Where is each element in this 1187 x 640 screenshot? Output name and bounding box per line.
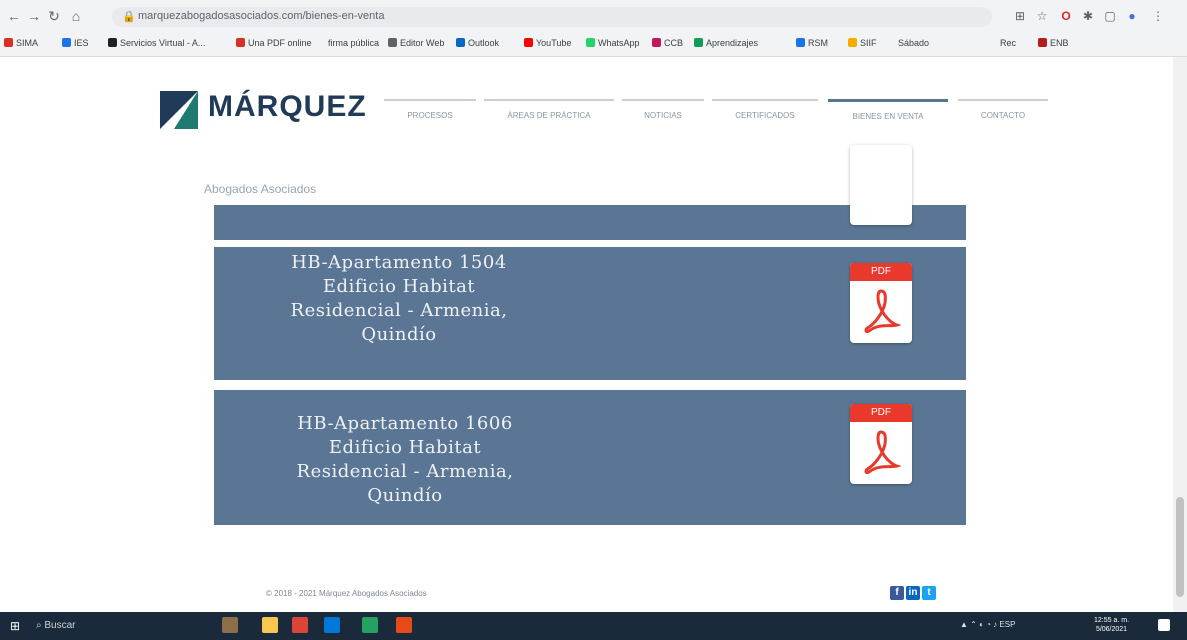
listing-card: HB-Apartamento 1504 Edificio Habitat Res…: [214, 247, 966, 380]
bookmark-item[interactable]: Outlook: [456, 38, 499, 48]
brand-logo-icon: [160, 91, 198, 129]
profile-icon[interactable]: ●: [1124, 8, 1140, 24]
url-text: marquezabogadosasociados.com/bienes-en-v…: [138, 10, 385, 22]
facebook-icon[interactable]: f: [890, 586, 904, 600]
bookmark-item[interactable]: Servicios Virtual - A...: [108, 38, 205, 48]
app-icon[interactable]: [324, 617, 340, 633]
scrollbar-thumb[interactable]: [1176, 497, 1184, 597]
pdf-download-icon[interactable]: PDF: [850, 404, 912, 484]
windows-taskbar: ⊞ ⌕ Buscar ▲ ⌃ ◐ ◔ ♪ ESP 12:55 a. m. 5/06…: [0, 612, 1187, 640]
bookmark-item[interactable]: SIMA: [4, 38, 38, 48]
taskbar-clock[interactable]: 12:55 a. m. 5/06/2021: [1094, 616, 1129, 634]
nav-contacto[interactable]: CONTACTO: [958, 99, 1048, 131]
nav-areas-practica[interactable]: ÁREAS DE PRÁCTICA: [484, 99, 614, 131]
listing-title[interactable]: HB-Apartamento 1504 Edificio Habitat Res…: [234, 251, 564, 347]
pdf-badge: PDF: [850, 404, 912, 422]
bookmark-item[interactable]: Aprendizajes: [694, 38, 758, 48]
app-icon[interactable]: [222, 617, 238, 633]
windows-start-icon[interactable]: ⊞: [10, 620, 22, 632]
pdf-badge: PDF: [850, 263, 912, 281]
listing-card-partial: [214, 145, 966, 240]
app-icon[interactable]: [362, 617, 378, 633]
acrobat-icon: [864, 289, 901, 333]
bookmark-item[interactable]: IES: [62, 38, 89, 48]
nav-certificados[interactable]: CERTIFICADOS: [712, 99, 818, 131]
back-icon[interactable]: ←: [6, 8, 22, 24]
pdf-icon[interactable]: [850, 145, 912, 225]
bookmarks-bar: SIMA IES Servicios Virtual - A... Una PD…: [0, 34, 1187, 57]
footer-copyright: © 2018 - 2021 Márquez Abogados Asociados: [266, 589, 427, 598]
app-icon[interactable]: [396, 617, 412, 633]
bookmark-item[interactable]: RSM: [796, 38, 828, 48]
page-scrollbar[interactable]: [1173, 57, 1187, 612]
bookmark-item[interactable]: Sábado: [898, 38, 929, 48]
file-explorer-icon[interactable]: [262, 617, 278, 633]
browser-toolbar: ← → ↻ ⌂ 🔒 marquezabogadosasociados.com/b…: [0, 0, 1187, 34]
translate-icon[interactable]: ⊞: [1012, 8, 1028, 24]
forward-icon[interactable]: →: [26, 8, 42, 24]
bookmark-item[interactable]: ENB: [1038, 38, 1069, 48]
bookmark-item[interactable]: Una PDF online: [236, 38, 312, 48]
bookmark-item[interactable]: Editor Web: [388, 38, 444, 48]
bookmark-item[interactable]: SIIF: [848, 38, 877, 48]
linkedin-icon[interactable]: in: [906, 586, 920, 600]
opera-icon[interactable]: O: [1058, 8, 1074, 24]
home-icon[interactable]: ⌂: [68, 8, 84, 24]
nav-procesos[interactable]: PROCESOS: [384, 99, 476, 131]
taskbar-search[interactable]: ⌕ Buscar: [36, 615, 236, 637]
twitter-icon[interactable]: t: [922, 586, 936, 600]
page-viewport: MÁRQUEZ PROCESOS ÁREAS DE PRÁCTICA NOTIC…: [0, 57, 1173, 612]
bookmark-item[interactable]: Rec: [1000, 38, 1016, 48]
pdf-download-icon[interactable]: PDF: [850, 263, 912, 343]
brand-subtitle: Abogados Asociados: [204, 182, 317, 196]
system-tray[interactable]: ▲ ⌃ ◐ ◔ ♪ ESP: [960, 620, 1015, 629]
window-icon[interactable]: ▢: [1102, 8, 1118, 24]
bookmark-item[interactable]: firma pública: [328, 38, 379, 48]
listing-title[interactable]: HB-Apartamento 1606 Edificio Habitat Res…: [240, 412, 570, 508]
listing-card: HB-Apartamento 1606 Edificio Habitat Res…: [214, 390, 966, 525]
acrobat-icon: [864, 430, 901, 474]
nav-bienes-en-venta[interactable]: BIENES EN VENTA: [828, 99, 948, 132]
bookmark-item[interactable]: CCB: [652, 38, 683, 48]
bookmark-item[interactable]: YouTube: [524, 38, 571, 48]
reload-icon[interactable]: ↻: [46, 8, 62, 24]
star-icon[interactable]: ☆: [1034, 8, 1050, 24]
notifications-icon[interactable]: [1158, 619, 1170, 631]
lock-icon: 🔒: [122, 11, 136, 23]
brand-name[interactable]: MÁRQUEZ: [208, 90, 367, 124]
chrome-icon[interactable]: [292, 617, 308, 633]
address-bar[interactable]: 🔒 marquezabogadosasociados.com/bienes-en…: [112, 7, 992, 27]
extensions-icon[interactable]: ✱: [1080, 8, 1096, 24]
nav-noticias[interactable]: NOTICIAS: [622, 99, 704, 131]
bookmark-item[interactable]: WhatsApp: [586, 38, 640, 48]
menu-icon[interactable]: ⋮: [1150, 8, 1166, 24]
